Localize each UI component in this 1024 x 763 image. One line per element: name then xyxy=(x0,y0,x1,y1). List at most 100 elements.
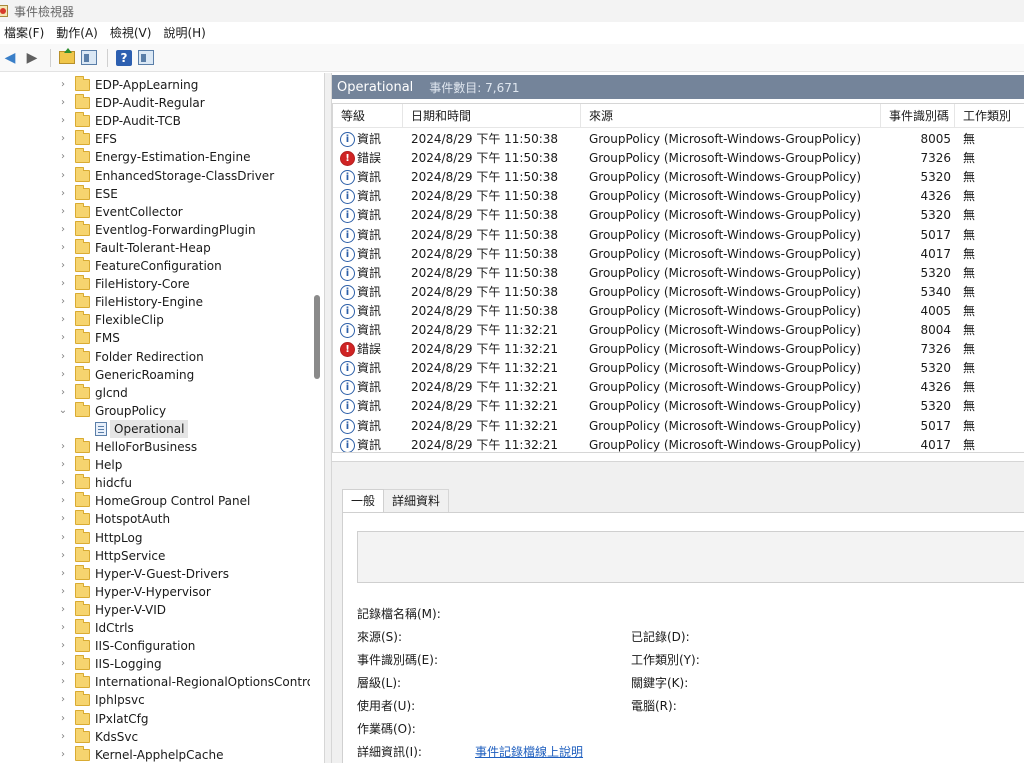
tree-item[interactable]: › EventCollector xyxy=(0,202,308,221)
event-row[interactable]: i 資訊 2024/8/29 下午 11:32:21 GroupPolicy (Mic… xyxy=(333,378,1024,397)
chevron-right-icon[interactable]: › xyxy=(58,746,68,763)
pane-splitter[interactable] xyxy=(324,73,332,763)
tree-item[interactable]: › Energy-Estimation-Engine xyxy=(0,148,308,166)
event-row[interactable]: i 資訊 2024/8/29 下午 11:50:38 GroupPolicy (Mic… xyxy=(333,206,1024,225)
chevron-right-icon[interactable]: › xyxy=(58,474,68,492)
tree-item[interactable]: › IPxlatCfg xyxy=(0,709,308,728)
chevron-right-icon[interactable]: › xyxy=(58,148,68,166)
tree-item[interactable]: › IIS-Logging xyxy=(0,655,308,673)
chevron-right-icon[interactable]: › xyxy=(58,293,68,311)
chevron-right-icon[interactable]: › xyxy=(58,691,68,709)
chevron-right-icon[interactable]: › xyxy=(58,366,68,384)
tree-item[interactable]: › KdsSvc xyxy=(0,727,308,746)
chevron-right-icon[interactable]: › xyxy=(58,311,68,329)
event-row[interactable]: i 資訊 2024/8/29 下午 11:50:38 GroupPolicy (Mic… xyxy=(333,245,1024,264)
column-datetime[interactable]: 日期和時間 xyxy=(403,104,581,128)
chevron-right-icon[interactable]: › xyxy=(58,221,68,239)
event-row[interactable]: i 資訊 2024/8/29 下午 11:50:38 GroupPolicy (Mic… xyxy=(333,130,1024,149)
tree-item[interactable]: › Hyper-V-VID xyxy=(0,600,308,619)
event-row[interactable]: i 資訊 2024/8/29 下午 11:50:38 GroupPolicy (Mic… xyxy=(333,264,1024,283)
chevron-right-icon[interactable]: › xyxy=(58,329,68,347)
chevron-right-icon[interactable]: › xyxy=(58,185,68,203)
properties-button[interactable] xyxy=(79,48,99,68)
chevron-right-icon[interactable]: › xyxy=(58,438,68,456)
chevron-right-icon[interactable]: › xyxy=(58,384,68,402)
chevron-right-icon[interactable]: › xyxy=(58,728,68,746)
event-log-online-help-link[interactable]: 事件記錄檔線上說明 xyxy=(475,743,583,760)
event-row[interactable]: i 資訊 2024/8/29 下午 11:32:21 GroupPolicy (Mic… xyxy=(333,321,1024,340)
chevron-right-icon[interactable]: › xyxy=(58,257,68,275)
tree-item[interactable]: › GenericRoaming xyxy=(0,365,308,384)
event-row[interactable]: i 資訊 2024/8/29 下午 11:50:38 GroupPolicy (Mic… xyxy=(333,302,1024,321)
tree-item[interactable]: › FMS xyxy=(0,329,308,347)
chevron-right-icon[interactable]: › xyxy=(58,94,68,112)
chevron-right-icon[interactable]: › xyxy=(58,167,68,185)
tree-item[interactable]: › Iphlpsvc xyxy=(0,691,308,709)
chevron-right-icon[interactable]: › xyxy=(58,619,68,637)
menu-action[interactable]: 動作(A) xyxy=(52,22,106,44)
tree-item[interactable]: › Hyper-V-Guest-Drivers xyxy=(0,564,308,583)
column-event-id[interactable]: 事件識別碼 xyxy=(881,104,955,128)
show-hide-pane-button[interactable] xyxy=(136,48,156,68)
up-one-level-button[interactable] xyxy=(57,48,77,68)
chevron-right-icon[interactable]: › xyxy=(58,203,68,221)
event-row[interactable]: ! 錯誤 2024/8/29 下午 11:50:38 GroupPolicy (Mic… xyxy=(333,149,1024,168)
tree-item[interactable]: › Kernel-ApphelpCache xyxy=(0,745,308,763)
chevron-right-icon[interactable]: › xyxy=(58,510,68,528)
event-row[interactable]: i 資訊 2024/8/29 下午 11:50:38 GroupPolicy (Mic… xyxy=(333,283,1024,302)
chevron-right-icon[interactable]: › xyxy=(58,655,68,673)
chevron-right-icon[interactable]: › xyxy=(58,130,68,148)
event-row[interactable]: i 資訊 2024/8/29 下午 11:32:21 GroupPolicy (Mic… xyxy=(333,417,1024,436)
event-row[interactable]: ! 錯誤 2024/8/29 下午 11:32:21 GroupPolicy (Mic… xyxy=(333,340,1024,359)
back-button[interactable]: ◀︎ xyxy=(0,48,20,68)
tree-item[interactable]: › FlexibleClip xyxy=(0,311,308,329)
tree-item[interactable]: › Folder Redirection xyxy=(0,347,308,366)
tree-item[interactable]: › Help xyxy=(0,456,308,474)
column-level[interactable]: 等級 xyxy=(333,104,403,128)
chevron-down-icon[interactable]: ⌄ xyxy=(58,402,68,420)
forward-button[interactable]: ▶︎ xyxy=(22,48,42,68)
chevron-right-icon[interactable]: › xyxy=(58,547,68,565)
column-source[interactable]: 來源 xyxy=(581,104,881,128)
tree-item[interactable]: › FeatureConfiguration xyxy=(0,257,308,275)
tree-item[interactable]: › HomeGroup Control Panel xyxy=(0,492,308,510)
help-button[interactable]: ? xyxy=(114,48,134,68)
chevron-right-icon[interactable]: › xyxy=(58,456,68,474)
chevron-right-icon[interactable]: › xyxy=(58,348,68,366)
tree-item[interactable]: › EDP-Audit-Regular xyxy=(0,94,308,112)
tree-item[interactable]: › IIS-Configuration xyxy=(0,637,308,655)
tree-item[interactable]: › Hyper-V-Hypervisor xyxy=(0,582,308,601)
event-row[interactable]: i 資訊 2024/8/29 下午 11:32:21 GroupPolicy (Mic… xyxy=(333,359,1024,378)
menu-file[interactable]: 檔案(F) xyxy=(0,22,52,44)
event-row[interactable]: i 資訊 2024/8/29 下午 11:32:21 GroupPolicy (Mic… xyxy=(333,436,1024,452)
column-task-category[interactable]: 工作類別 xyxy=(955,104,1024,128)
tree-item[interactable]: › FileHistory-Core xyxy=(0,275,308,293)
chevron-right-icon[interactable]: › xyxy=(58,76,68,94)
menu-help[interactable]: 說明(H) xyxy=(159,22,213,44)
chevron-right-icon[interactable]: › xyxy=(58,275,68,293)
chevron-right-icon[interactable]: › xyxy=(58,637,68,655)
chevron-right-icon[interactable]: › xyxy=(58,112,68,130)
tree-item[interactable]: › HttpLog xyxy=(0,528,308,547)
tree-item[interactable]: ⌄ GroupPolicy xyxy=(0,401,308,420)
chevron-right-icon[interactable]: › xyxy=(58,565,68,583)
chevron-right-icon[interactable]: › xyxy=(58,529,68,547)
event-row[interactable]: i 資訊 2024/8/29 下午 11:50:38 GroupPolicy (Mic… xyxy=(333,168,1024,187)
tab-details[interactable]: 詳細資料 xyxy=(384,489,450,513)
tree-item[interactable]: › EDP-AppLearning xyxy=(0,76,308,94)
chevron-right-icon[interactable]: › xyxy=(58,492,68,510)
tree-item[interactable]: › HttpService xyxy=(0,546,308,565)
tree-item[interactable]: › hidcfu xyxy=(0,474,308,492)
chevron-right-icon[interactable]: › xyxy=(58,583,68,601)
event-row[interactable]: i 資訊 2024/8/29 下午 11:50:38 GroupPolicy (Mic… xyxy=(333,226,1024,245)
tree-item[interactable]: › HelloForBusiness xyxy=(0,438,308,456)
chevron-right-icon[interactable]: › xyxy=(58,673,68,691)
tree-item[interactable]: › EDP-Audit-TCB xyxy=(0,112,308,130)
tree-item[interactable]: › Fault-Tolerant-Heap xyxy=(0,238,308,257)
chevron-right-icon[interactable]: › xyxy=(58,239,68,257)
tree-item[interactable]: › glcnd xyxy=(0,383,308,402)
tree-item[interactable]: › ESE xyxy=(0,184,308,203)
menu-view[interactable]: 檢視(V) xyxy=(106,22,160,44)
tree-scrollbar-thumb[interactable] xyxy=(314,295,320,379)
event-row[interactable]: i 資訊 2024/8/29 下午 11:32:21 GroupPolicy (Mic… xyxy=(333,397,1024,416)
